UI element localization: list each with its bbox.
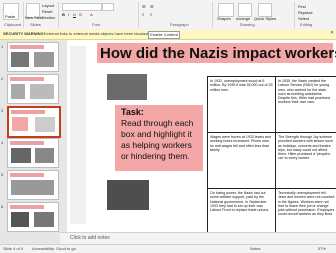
arrange-icon[interactable] bbox=[238, 3, 252, 17]
replace-button[interactable]: Replace bbox=[298, 10, 313, 15]
slide-thumbnail[interactable] bbox=[7, 170, 59, 200]
align-center-icon[interactable]: ≡ bbox=[150, 12, 152, 17]
thumb-image bbox=[11, 148, 31, 163]
task-heading: Task: bbox=[121, 107, 144, 117]
task-instructions: Read through each box and highlight it a… bbox=[121, 118, 194, 161]
italic-icon[interactable]: I bbox=[68, 12, 69, 17]
thumb-image bbox=[35, 117, 55, 132]
ribbon: Paste New Slide Layout Reset Section B I… bbox=[0, 0, 336, 31]
divider bbox=[23, 2, 24, 28]
slide-title-box[interactable]: How did the Nazis impact workers? bbox=[97, 43, 336, 63]
divider bbox=[58, 2, 59, 28]
security-warning-bar: SECURITY WARNING External links to exter… bbox=[0, 30, 336, 40]
thumb-number: 3 bbox=[1, 108, 4, 113]
bold-icon[interactable]: B bbox=[62, 12, 65, 17]
thumb-image bbox=[34, 212, 54, 227]
table-cell[interactable]: In 1932, unemployment stood at 6 million… bbox=[208, 77, 276, 133]
numbering-icon[interactable]: ☰ bbox=[150, 4, 154, 9]
slide-left-strip bbox=[70, 46, 86, 224]
historical-photo bbox=[107, 180, 149, 210]
group-label-slides: Slides bbox=[30, 22, 41, 27]
thumb-title-bar bbox=[10, 141, 44, 145]
thumb-image bbox=[12, 117, 28, 131]
thumb-number: 4 bbox=[1, 140, 4, 145]
group-label-clipboard: Clipboard bbox=[4, 22, 22, 27]
thumb-title-bar bbox=[10, 77, 44, 81]
divider bbox=[138, 2, 139, 28]
slide-canvas[interactable]: How did the Nazis impact workers? Task: … bbox=[67, 40, 336, 245]
select-button[interactable]: Select bbox=[298, 16, 309, 21]
shapes-icon[interactable] bbox=[218, 3, 234, 17]
arrange-label: Arrange bbox=[236, 16, 251, 21]
information-table: In 1932, unemployment stood at 6 million… bbox=[207, 76, 336, 245]
group-label-drawing: Drawing bbox=[240, 22, 255, 27]
thumb-image bbox=[11, 84, 25, 99]
notes-toggle[interactable]: Notes bbox=[250, 246, 260, 251]
new-slide-label: New Slide bbox=[25, 15, 44, 20]
table-cell[interactable]: The Strength through Joy scheme provided… bbox=[276, 133, 336, 189]
group-label-editing: Editing bbox=[300, 22, 313, 27]
slide-thumbnail[interactable] bbox=[7, 202, 59, 232]
slide-thumbnail[interactable] bbox=[7, 42, 59, 72]
strikethrough-icon[interactable]: S bbox=[79, 12, 82, 17]
close-icon[interactable]: ✕ bbox=[330, 30, 334, 36]
table-cell[interactable]: In 1935, the Nazis created the Labour Se… bbox=[276, 77, 336, 133]
thumb-number: 2 bbox=[1, 76, 4, 81]
slide-title: How did the Nazis impact workers? bbox=[100, 45, 336, 62]
thumb-image bbox=[30, 84, 54, 99]
find-button[interactable]: Find bbox=[298, 4, 306, 9]
thumb-title-bar bbox=[11, 110, 45, 114]
zoom-level[interactable]: 57% bbox=[318, 246, 326, 251]
table-cell[interactable]: Wages were frozen at 1933 levels and wor… bbox=[208, 133, 276, 189]
slide-thumbnail-selected[interactable] bbox=[7, 106, 61, 138]
group-label-font: Font bbox=[92, 22, 101, 27]
align-left-icon[interactable]: ≡ bbox=[142, 12, 144, 17]
quick-styles-icon[interactable] bbox=[258, 3, 272, 17]
bullets-icon[interactable]: ☰ bbox=[142, 4, 146, 9]
thumb-title-bar bbox=[10, 173, 44, 177]
font-color-icon[interactable]: A bbox=[90, 12, 93, 17]
task-box[interactable]: Task: Read through each box and highligh… bbox=[115, 105, 203, 171]
thumb-number: 5 bbox=[1, 172, 4, 177]
accessibility-status[interactable]: Accessibility: Good to go bbox=[32, 246, 76, 251]
thumb-title-bar bbox=[10, 205, 44, 209]
thumb-image bbox=[35, 148, 54, 163]
historical-photo bbox=[107, 74, 147, 100]
underline-icon[interactable]: U bbox=[73, 12, 76, 17]
group-label-paragraph: Paragraph bbox=[170, 22, 189, 27]
slide-thumbnail-panel: 1 2 3 4 5 6 bbox=[0, 40, 61, 244]
notes-placeholder: Click to add notes bbox=[70, 235, 110, 241]
thumb-number: 6 bbox=[1, 204, 4, 209]
thumb-image bbox=[11, 212, 29, 227]
thumb-image bbox=[11, 52, 29, 67]
quick-styles-label: Quick Styles bbox=[254, 16, 277, 21]
paste-label: Paste bbox=[5, 14, 16, 19]
reset-button[interactable]: Reset bbox=[42, 9, 52, 14]
security-warning-label: SECURITY WARNING bbox=[3, 31, 44, 36]
slide-counter: Slide 4 of 9 bbox=[3, 246, 24, 251]
thumb-image bbox=[11, 180, 54, 195]
shapes-label: Shapes bbox=[217, 16, 231, 21]
thumb-title-bar bbox=[10, 45, 44, 49]
thumb-image bbox=[34, 52, 54, 67]
section-button[interactable]: Section bbox=[42, 15, 55, 20]
divider bbox=[294, 2, 295, 28]
divider bbox=[212, 2, 213, 28]
thumb-number: 1 bbox=[1, 44, 4, 49]
layout-button[interactable]: Layout bbox=[42, 3, 54, 8]
slide-thumbnail[interactable] bbox=[7, 138, 59, 168]
font-size-select[interactable] bbox=[102, 3, 114, 11]
font-name-select[interactable] bbox=[62, 3, 102, 11]
security-warning-message: External links to external media objects… bbox=[44, 31, 149, 36]
slide-thumbnail[interactable] bbox=[7, 74, 59, 104]
enable-content-button[interactable]: Enable Content bbox=[148, 31, 180, 39]
